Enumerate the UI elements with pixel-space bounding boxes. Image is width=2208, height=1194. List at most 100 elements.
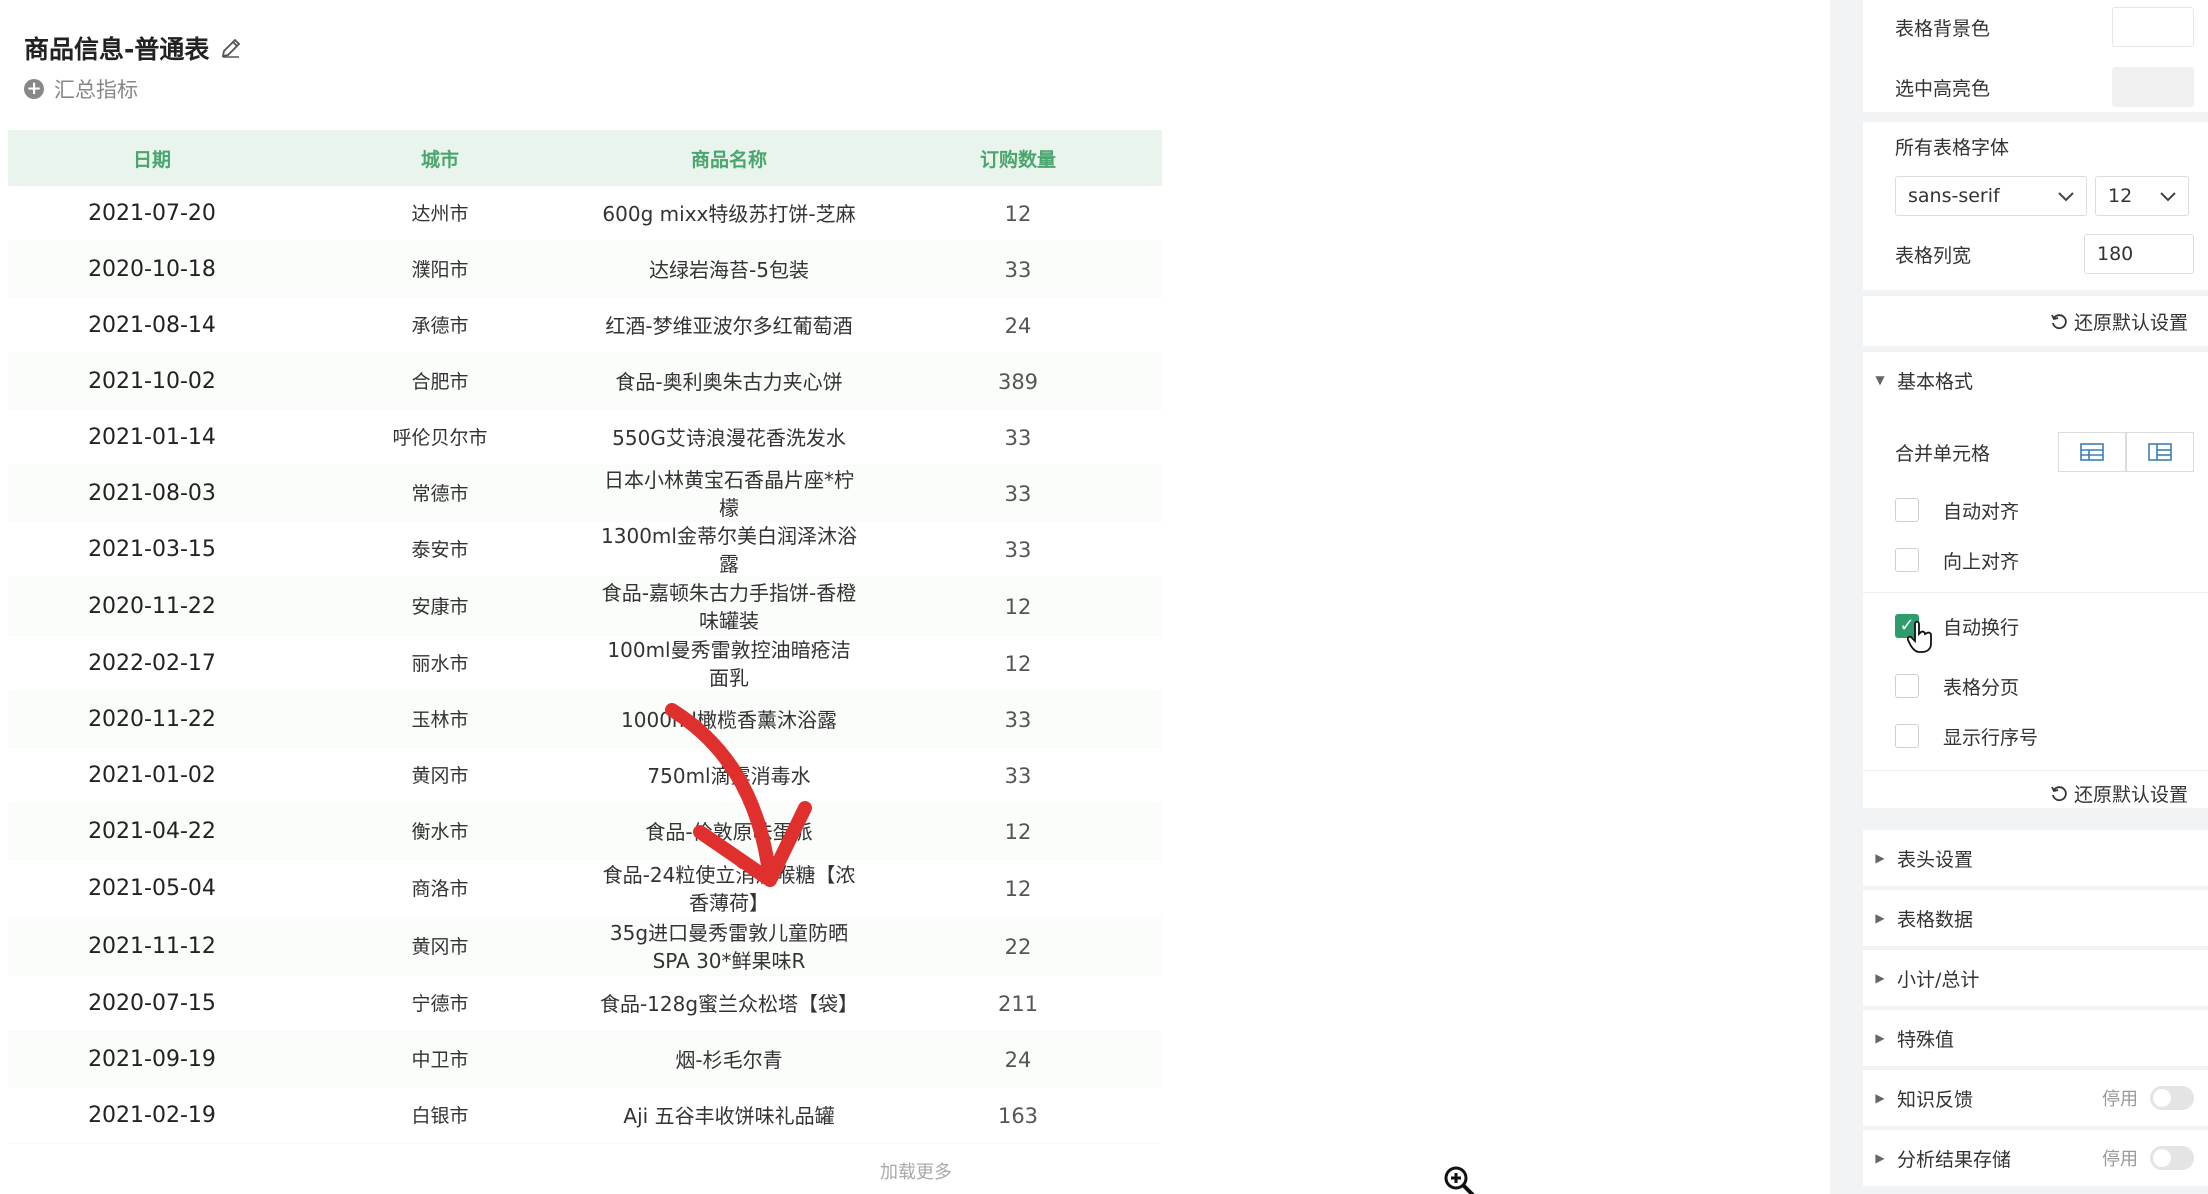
table-row[interactable]: 2022-02-17 丽水市 100ml曼秀雷敦控油暗疮洁面乳 12 — [8, 636, 1162, 692]
top-align-checkbox[interactable] — [1895, 548, 1919, 572]
font-family-select[interactable]: sans-serif — [1895, 176, 2087, 216]
column-width-input[interactable] — [2084, 234, 2194, 274]
knowledge-feedback-status: 停用 — [2102, 1089, 2138, 1110]
divider — [1863, 770, 2208, 771]
cell-quantity: 211 — [997, 991, 1039, 1016]
cell-quantity: 12 — [1004, 201, 1032, 226]
triangle-right-icon: ▶ — [1875, 1091, 1885, 1105]
auto-wrap-label: 自动换行 — [1943, 616, 2020, 639]
column-header-quantity[interactable]: 订购数量 — [874, 145, 1162, 172]
table-row[interactable]: 2021-04-22 衡水市 食品-伦敦原味蛋派 12 — [8, 804, 1162, 860]
table-row[interactable]: 2021-09-19 中卫市 烟-杉毛尔青 24 — [8, 1032, 1162, 1088]
section-special-values[interactable]: ▶ 特殊值 — [1863, 1010, 2208, 1066]
summary-metrics-label: 汇总指标 — [54, 78, 138, 102]
row-number-option[interactable]: 显示行序号 — [1863, 716, 2208, 756]
cell-date: 2021-05-04 — [88, 875, 216, 901]
section-result-storage[interactable]: ▶ 分析结果存储 停用 — [1863, 1130, 2208, 1186]
pagination-checkbox[interactable] — [1895, 674, 1919, 698]
cell-city: 衡水市 — [296, 804, 584, 859]
cell-quantity: 33 — [874, 242, 1162, 297]
column-header-date[interactable]: 日期 — [8, 145, 296, 172]
reset-default-button[interactable]: 还原默认设置 — [2050, 308, 2188, 335]
cell-date: 2021-08-14 — [88, 312, 216, 338]
table-row[interactable]: 2021-02-19 白银市 Aji 五谷丰收饼味礼品罐 163 — [8, 1088, 1162, 1144]
chevron-down-icon — [2160, 187, 2176, 206]
table-row[interactable]: 2020-07-15 宁德市 食品-128g蜜兰众松塔【袋】 211 — [8, 976, 1162, 1032]
auto-align-checkbox[interactable] — [1895, 498, 1919, 522]
cell-quantity: 33 — [874, 466, 1162, 521]
load-more-link[interactable]: 加载更多 — [880, 1158, 952, 1184]
table-row[interactable]: 2020-11-22 安康市 食品-嘉顿朱古力手指饼-香橙味罐装 12 — [8, 578, 1162, 636]
reset-row-1: 还原默认设置 — [1863, 296, 2208, 346]
knowledge-feedback-toggle[interactable] — [2150, 1086, 2194, 1110]
cell-quantity: 22 — [874, 918, 1162, 975]
basic-format-header[interactable]: ▼ 基本格式 — [1863, 352, 2208, 408]
cell-quantity: 24 — [874, 1032, 1162, 1087]
cell-quantity: 12 — [874, 578, 1162, 635]
table-row[interactable]: 2021-08-03 常德市 日本小林黄宝石香晶片座*柠檬 33 — [8, 466, 1162, 522]
triangle-right-icon: ▶ — [1875, 851, 1885, 865]
column-width-label: 表格列宽 — [1895, 244, 1972, 267]
cell-city: 白银市 — [411, 1104, 469, 1127]
result-storage-toggle[interactable] — [2150, 1146, 2194, 1170]
cell-city: 黄冈市 — [411, 764, 469, 787]
table-row[interactable]: 2020-11-22 玉林市 1000ml橄榄香薰沐浴露 33 — [8, 692, 1162, 748]
triangle-right-icon: ▶ — [1875, 911, 1885, 925]
table-row[interactable]: 2020-10-18 濮阳市 达绿岩海苔-5包装 33 — [8, 242, 1162, 298]
section-table-data-label: 表格数据 — [1897, 908, 1974, 931]
pagination-option[interactable]: 表格分页 — [1863, 666, 2208, 706]
cell-date: 2020-10-18 — [8, 242, 296, 297]
table-body: 2021-07-20 达州市 600g mixx特级苏打饼-芝麻 12 2020-10-… — [8, 186, 1162, 1144]
section-subtotal[interactable]: ▶ 小计/总计 — [1863, 950, 2208, 1006]
cell-product: 食品-奥利奥朱古力夹心饼 — [584, 354, 874, 409]
table-row[interactable]: 2021-08-14 承德市 红酒-梦维亚波尔多红葡萄酒 24 — [8, 298, 1162, 354]
merge-rows-button[interactable] — [2058, 432, 2126, 472]
cell-date: 2021-09-19 — [8, 1032, 296, 1087]
zoom-in-cursor-icon — [1444, 1166, 1475, 1194]
table-row[interactable]: 2021-01-02 黄冈市 750ml滴露消毒水 33 — [8, 748, 1162, 804]
table-row[interactable]: 2021-07-20 达州市 600g mixx特级苏打饼-芝麻 12 — [8, 186, 1162, 242]
table-row[interactable]: 2021-11-12 黄冈市 35g进口曼秀雷敦儿童防晒SPA 30*鲜果味R 22 — [8, 918, 1162, 976]
font-size-select[interactable]: 12 — [2095, 176, 2189, 216]
highlight-color-picker[interactable] — [2112, 67, 2194, 107]
section-knowledge-feedback[interactable]: ▶ 知识反馈 停用 — [1863, 1070, 2208, 1126]
summary-metrics-button[interactable]: + 汇总指标 — [24, 74, 138, 104]
section-table-data[interactable]: ▶ 表格数据 — [1863, 890, 2208, 946]
reset-default-button-2[interactable]: 还原默认设置 — [2050, 780, 2188, 807]
cell-date: 2020-11-22 — [8, 692, 296, 747]
table-row[interactable]: 2021-01-14 呼伦贝尔市 550G艾诗浪漫花香洗发水 33 — [8, 410, 1162, 466]
cell-city: 玉林市 — [296, 692, 584, 747]
triangle-right-icon: ▶ — [1875, 971, 1885, 985]
table-bg-color-picker[interactable] — [2112, 7, 2194, 47]
table-row[interactable]: 2021-10-02 合肥市 食品-奥利奥朱古力夹心饼 389 — [8, 354, 1162, 410]
cell-quantity: 12 — [1004, 876, 1032, 901]
row-number-checkbox[interactable] — [1895, 724, 1919, 748]
section-header-settings[interactable]: ▶ 表头设置 — [1863, 830, 2208, 886]
edit-pencil-icon[interactable] — [219, 36, 243, 60]
cell-date: 2020-07-15 — [88, 990, 216, 1016]
cell-date: 2021-10-02 — [8, 354, 296, 409]
cell-city: 丽水市 — [411, 652, 469, 675]
triangle-right-icon: ▶ — [1875, 1031, 1885, 1045]
merge-columns-button[interactable] — [2126, 432, 2194, 472]
cell-city: 达州市 — [411, 202, 469, 225]
section-subtotal-label: 小计/总计 — [1897, 968, 1980, 991]
auto-wrap-option[interactable]: ✓ 自动换行 — [1863, 606, 2208, 653]
table-row[interactable]: 2021-05-04 商洛市 食品-24粒使立消润喉糖【浓香薄荷】 12 — [8, 860, 1162, 918]
result-storage-status: 停用 — [2102, 1149, 2138, 1170]
auto-align-option[interactable]: 自动对齐 — [1863, 490, 2208, 530]
reset-icon — [2051, 785, 2067, 801]
column-header-product[interactable]: 商品名称 — [584, 145, 874, 172]
reset-default-label-2: 还原默认设置 — [2073, 784, 2188, 806]
cell-product: 达绿岩海苔-5包装 — [584, 242, 874, 297]
cell-date: 2021-03-15 — [88, 536, 216, 562]
cell-product: 食品-伦敦原味蛋派 — [584, 804, 874, 859]
cell-quantity: 33 — [1004, 763, 1032, 788]
cell-city: 常德市 — [296, 466, 584, 521]
table-row[interactable]: 2021-03-15 泰安市 1300ml金蒂尔美白润泽沐浴露 33 — [8, 522, 1162, 578]
font-family-value: sans-serif — [1908, 185, 2000, 207]
column-header-city[interactable]: 城市 — [296, 145, 584, 172]
cell-date: 2021-11-12 — [8, 918, 296, 975]
top-align-option[interactable]: 向上对齐 — [1863, 540, 2208, 580]
triangle-right-icon: ▶ — [1875, 1151, 1885, 1165]
